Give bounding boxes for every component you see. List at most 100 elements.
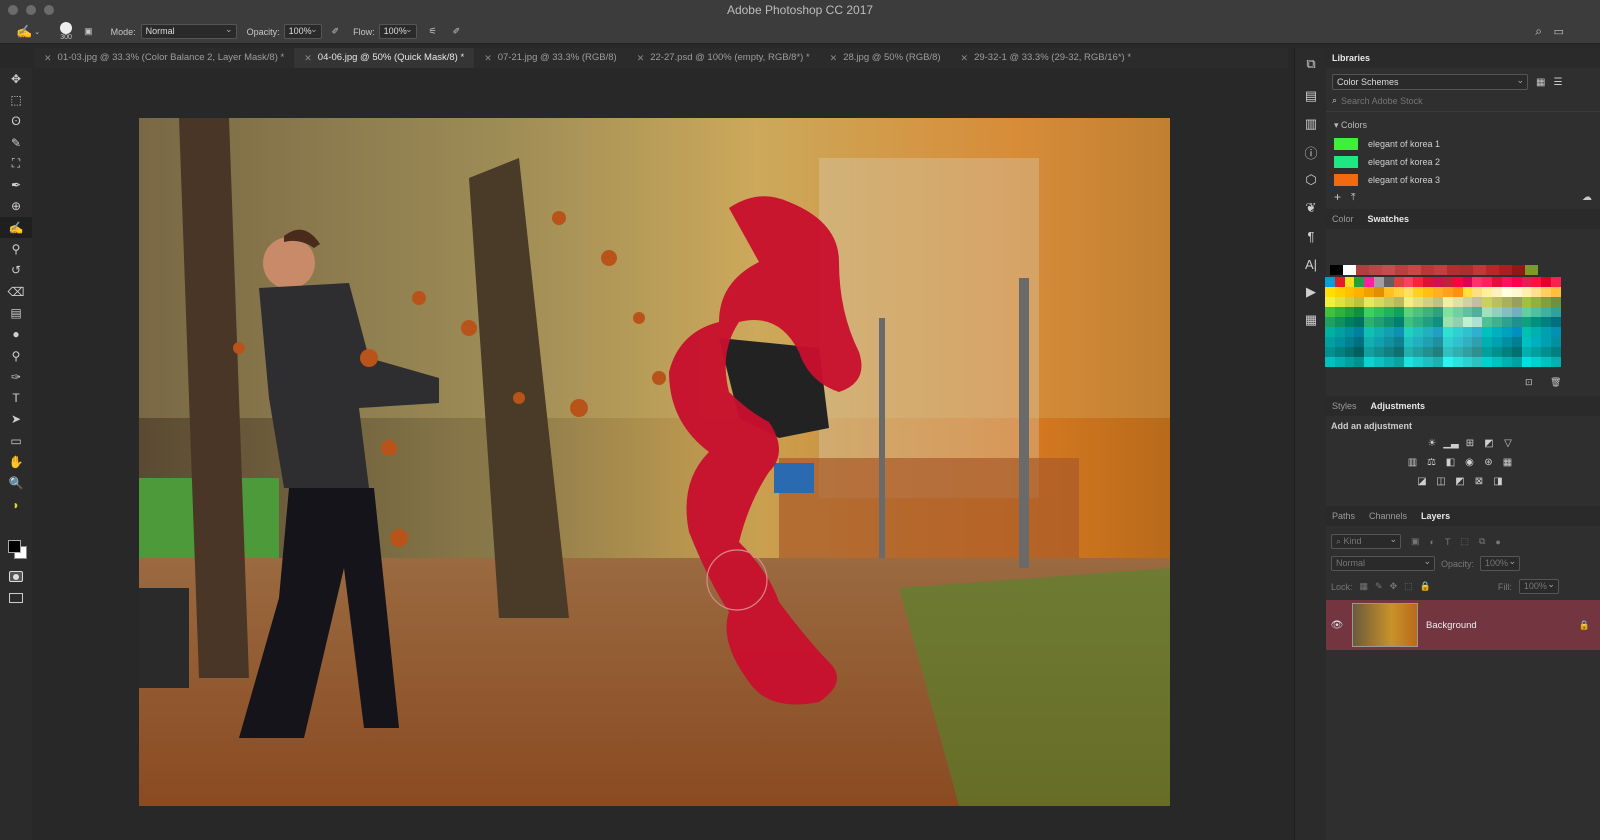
swatch[interactable]: [1433, 287, 1443, 297]
marquee-tool-icon[interactable]: ⬚: [0, 89, 32, 110]
swatch[interactable]: [1344, 337, 1355, 347]
color-balance-icon[interactable]: ⚖: [1425, 456, 1438, 469]
swatch[interactable]: [1452, 277, 1463, 287]
swatch[interactable]: [1482, 357, 1493, 367]
swatch[interactable]: [1364, 307, 1375, 317]
swatch[interactable]: [1482, 337, 1493, 347]
swatch[interactable]: [1325, 307, 1335, 317]
filter-toggle-icon[interactable]: ●: [1495, 537, 1500, 547]
swatch[interactable]: [1512, 265, 1525, 275]
swatch[interactable]: [1433, 327, 1443, 337]
swatch[interactable]: [1364, 337, 1375, 347]
swatch[interactable]: [1423, 307, 1434, 317]
swatch[interactable]: [1521, 347, 1532, 357]
swatch[interactable]: [1442, 297, 1453, 307]
black-white-icon[interactable]: ◧: [1444, 456, 1457, 469]
swatch[interactable]: [1492, 287, 1502, 297]
swatch[interactable]: [1433, 317, 1443, 327]
swatch[interactable]: [1501, 307, 1512, 317]
filter-pixel-icon[interactable]: ▣: [1411, 536, 1420, 547]
swatch[interactable]: [1364, 317, 1375, 327]
brush-settings-icon[interactable]: ▣: [84, 26, 93, 37]
document-tab[interactable]: ✕ 22-27.psd @ 100% (empty, RGB/8*) *: [627, 48, 820, 68]
swatch[interactable]: [1423, 337, 1434, 347]
swatch[interactable]: [1403, 347, 1414, 357]
document-tab[interactable]: ✕ 01-03.jpg @ 33.3% (Color Balance 2, Lay…: [34, 48, 294, 68]
tab-swatches[interactable]: Swatches: [1368, 214, 1410, 224]
search-icon[interactable]: ⌕: [1535, 24, 1542, 39]
swatch[interactable]: [1413, 277, 1424, 287]
swatch[interactable]: [1482, 287, 1493, 297]
swatch[interactable]: [1393, 307, 1404, 317]
swatch[interactable]: [1354, 357, 1365, 367]
swatch[interactable]: [1433, 307, 1443, 317]
swatch[interactable]: [1393, 337, 1404, 347]
swatch[interactable]: [1403, 337, 1414, 347]
swatch[interactable]: [1541, 287, 1552, 297]
swatch[interactable]: [1531, 297, 1542, 307]
swatch[interactable]: [1492, 337, 1502, 347]
swatch[interactable]: [1344, 347, 1355, 357]
layer-opacity-field[interactable]: 100%: [1480, 555, 1521, 571]
eraser-tool-icon[interactable]: ⌫: [0, 281, 32, 302]
swatch[interactable]: [1442, 347, 1453, 357]
paragraph-icon[interactable]: ¶: [1295, 224, 1327, 248]
swatch[interactable]: [1364, 347, 1375, 357]
swatch[interactable]: [1452, 297, 1463, 307]
swatch[interactable]: [1334, 317, 1345, 327]
swatch[interactable]: [1325, 327, 1335, 337]
airbrush-icon[interactable]: ⚟: [429, 26, 437, 37]
colors-section-header[interactable]: ▾ Colors: [1326, 112, 1600, 135]
filter-adjustment-icon[interactable]: ◐: [1430, 537, 1435, 547]
document-tab-active[interactable]: ✕ 04-06.jpg @ 50% (Quick Mask/8) *: [294, 48, 475, 68]
swatch[interactable]: [1413, 287, 1424, 297]
hand-tool-icon[interactable]: ✋: [0, 451, 32, 472]
swatch[interactable]: [1413, 347, 1424, 357]
cloud-sync-icon[interactable]: ☁: [1582, 192, 1592, 203]
swatch[interactable]: [1531, 287, 1542, 297]
swatch[interactable]: [1344, 297, 1355, 307]
swatch[interactable]: [1521, 287, 1532, 297]
swatch[interactable]: [1403, 307, 1414, 317]
swatch[interactable]: [1383, 337, 1394, 347]
swatch[interactable]: [1551, 287, 1561, 297]
swatch[interactable]: [1423, 297, 1434, 307]
swatch[interactable]: [1393, 357, 1404, 367]
tab-color[interactable]: Color: [1332, 214, 1354, 224]
swatch[interactable]: [1403, 327, 1414, 337]
swatch[interactable]: [1551, 317, 1561, 327]
swatch[interactable]: [1403, 297, 1414, 307]
swatch[interactable]: [1383, 307, 1394, 317]
swatch[interactable]: [1334, 337, 1345, 347]
swatch[interactable]: [1501, 317, 1512, 327]
swatch[interactable]: [1374, 307, 1384, 317]
swatch[interactable]: [1344, 317, 1355, 327]
swatch[interactable]: [1501, 357, 1512, 367]
swatch[interactable]: [1511, 317, 1522, 327]
close-tab-icon[interactable]: ✕: [830, 48, 838, 68]
swatch[interactable]: [1531, 317, 1542, 327]
swatch[interactable]: [1521, 317, 1532, 327]
swatch[interactable]: [1344, 307, 1355, 317]
filter-shape-icon[interactable]: ⬚: [1460, 536, 1469, 547]
swatch[interactable]: [1369, 265, 1382, 275]
swatch[interactable]: [1374, 287, 1384, 297]
swatch[interactable]: [1492, 317, 1502, 327]
swatch[interactable]: [1413, 307, 1424, 317]
swatch[interactable]: [1521, 307, 1532, 317]
layer-row-background[interactable]: 👁 Background 🔒: [1326, 600, 1600, 650]
actions-play-icon[interactable]: ▶: [1295, 280, 1327, 304]
close-tab-icon[interactable]: ✕: [961, 48, 969, 68]
swatch[interactable]: [1511, 277, 1522, 287]
swatch[interactable]: [1462, 327, 1473, 337]
swatch[interactable]: [1551, 307, 1561, 317]
swatch[interactable]: [1442, 287, 1453, 297]
close-tab-icon[interactable]: ✕: [484, 48, 492, 68]
swatch[interactable]: [1452, 327, 1463, 337]
swatch[interactable]: [1382, 265, 1395, 275]
swatch[interactable]: [1423, 287, 1434, 297]
tab-layers[interactable]: Layers: [1421, 511, 1450, 521]
swatch[interactable]: [1511, 327, 1522, 337]
swatch[interactable]: [1354, 307, 1365, 317]
swatch[interactable]: [1374, 317, 1384, 327]
